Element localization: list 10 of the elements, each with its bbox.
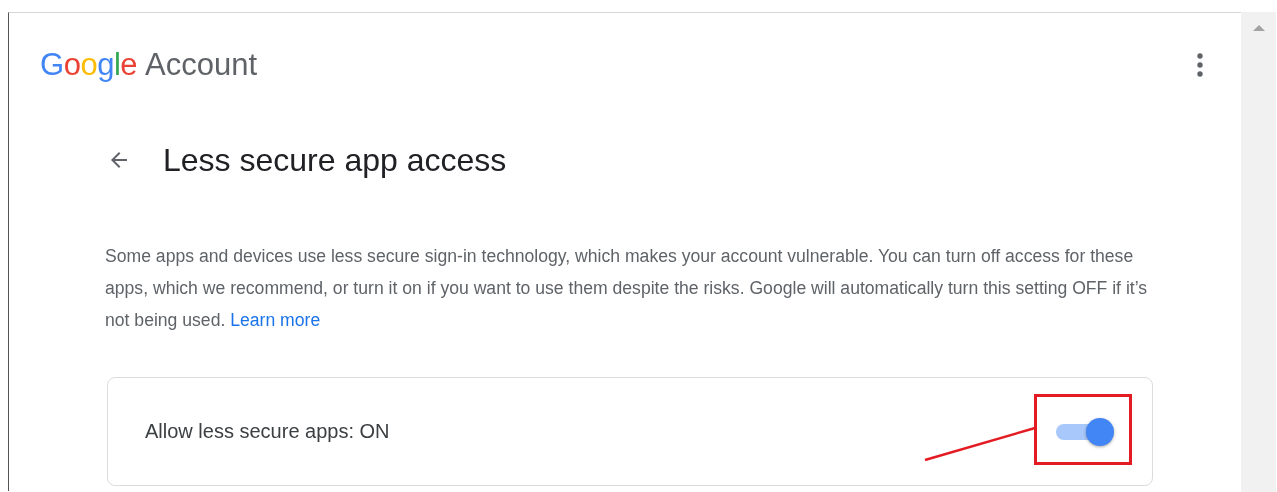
page-title: Less secure app access (163, 141, 507, 179)
setting-label: Allow less secure apps: ON (145, 420, 390, 443)
scrollbar[interactable] (1241, 12, 1276, 492)
learn-more-link[interactable]: Learn more (230, 310, 321, 330)
product-name: Account (145, 47, 258, 83)
toggle-switch[interactable] (1056, 417, 1114, 446)
description-text: Some apps and devices use less secure sign-in technology, which makes your account vulnerable. You can turn off access for these apps, which we recommend, or turn it on if you want to use them despite the risks. Google will automatically turn this setting OFF if it’s not being used. Learn more (105, 245, 1149, 332)
more-options-icon[interactable] (1197, 53, 1203, 77)
logo[interactable]: Google (40, 47, 137, 83)
scroll-up-icon[interactable] (1252, 24, 1265, 31)
